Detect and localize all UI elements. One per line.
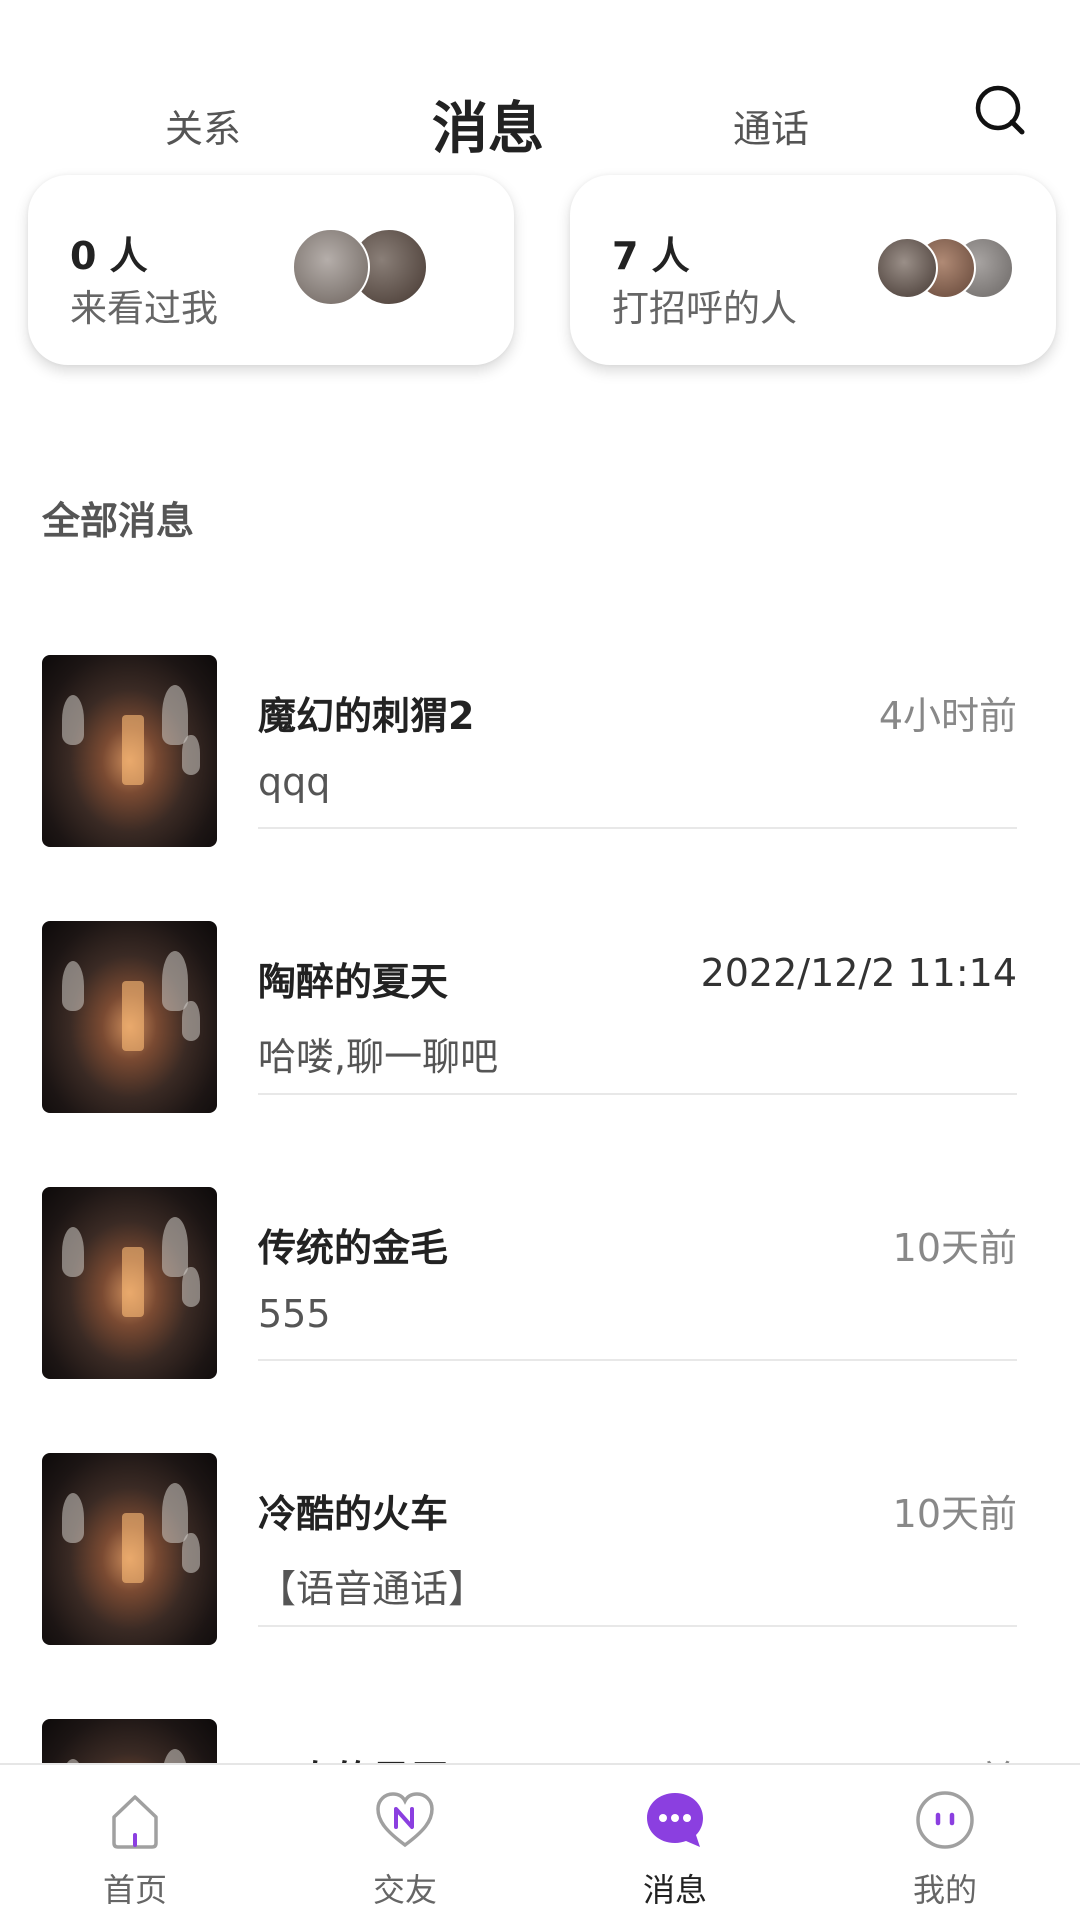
- visitors-label: 来看过我: [70, 287, 218, 330]
- home-icon: [102, 1787, 168, 1853]
- nav-messages-label: 消息: [642, 1871, 707, 1909]
- nav-me-label: 我的: [912, 1871, 977, 1909]
- tab-messages[interactable]: 消息: [432, 84, 544, 165]
- greetings-count: 7 人: [612, 234, 690, 278]
- visitors-card[interactable]: 0 人 来看过我: [28, 175, 514, 365]
- avatar: [42, 921, 217, 1113]
- message-preview: 【语音通话】: [258, 1567, 487, 1611]
- nav-home-label: 首页: [102, 1871, 167, 1909]
- avatar: [42, 1187, 217, 1379]
- section-title-all-messages: 全部消息: [42, 499, 195, 543]
- greetings-avatar-stack: [870, 237, 1014, 337]
- visitors-avatar-stack: [290, 225, 430, 325]
- list-item[interactable]: 陶醉的夏天 2022/12/2 11:14 哈喽,聊一聊吧: [0, 921, 1080, 1187]
- nav-friends[interactable]: 交友: [270, 1765, 540, 1920]
- list-item[interactable]: 冷酷的火车 10天前 【语音通话】: [0, 1453, 1080, 1719]
- tab-calls[interactable]: 通话: [733, 98, 809, 153]
- greetings-label: 打招呼的人: [612, 287, 797, 330]
- message-preview: qqq: [258, 760, 331, 804]
- greetings-card[interactable]: 7 人 打招呼的人: [570, 175, 1056, 365]
- heart-n-icon: [372, 1787, 438, 1853]
- avatar: [292, 228, 370, 306]
- message-list[interactable]: 魔幻的刺猬2 4小时前 qqq 陶醉的夏天 2022/12/2 11:14 哈喽…: [0, 655, 1080, 1763]
- avatar: [42, 655, 217, 847]
- nav-home[interactable]: 首页: [0, 1765, 270, 1920]
- tab-relation[interactable]: 关系: [165, 98, 241, 153]
- divider: [258, 1625, 1017, 1627]
- message-time: 2022/12/2 11:14: [700, 951, 1017, 995]
- face-icon: [912, 1787, 978, 1853]
- nav-me[interactable]: 我的: [810, 1765, 1080, 1920]
- message-time: 10天前: [892, 1492, 1017, 1536]
- avatar: [42, 1719, 217, 1763]
- divider: [258, 1093, 1017, 1095]
- list-item[interactable]: 魔幻的刺猬2 4小时前 qqq: [0, 655, 1080, 921]
- contact-name: 魔幻的刺猬2: [258, 694, 475, 738]
- divider: [258, 827, 1017, 829]
- contact-name: 陶醉的夏天: [258, 960, 449, 1004]
- message-time: 10天前: [893, 1749, 1017, 1763]
- contact-name: 冷酷的火车: [258, 1492, 449, 1536]
- bottom-nav: 首页 交友 消息 我的: [0, 1763, 1080, 1920]
- divider: [258, 1359, 1017, 1361]
- top-tab-bar: 关系 消息 通话: [0, 70, 1080, 170]
- visitors-count: 0 人: [70, 234, 148, 278]
- nav-friends-label: 交友: [372, 1871, 437, 1909]
- list-item[interactable]: 传统的金毛 10天前 555: [0, 1187, 1080, 1453]
- avatar: [42, 1453, 217, 1645]
- message-time: 10天前: [892, 1226, 1017, 1270]
- message-time: 4小时前: [878, 694, 1017, 738]
- message-preview: 哈喽,聊一聊吧: [258, 1035, 499, 1079]
- chat-bubble-icon: [642, 1787, 708, 1853]
- nav-messages[interactable]: 消息: [540, 1765, 810, 1920]
- list-item[interactable]: 天真的星辰 10天前: [0, 1719, 1080, 1763]
- search-icon[interactable]: [972, 82, 1032, 142]
- contact-name: 传统的金毛: [258, 1226, 449, 1270]
- message-preview: 555: [258, 1292, 331, 1336]
- contact-name: 天真的星辰: [258, 1749, 448, 1763]
- avatar: [876, 237, 938, 299]
